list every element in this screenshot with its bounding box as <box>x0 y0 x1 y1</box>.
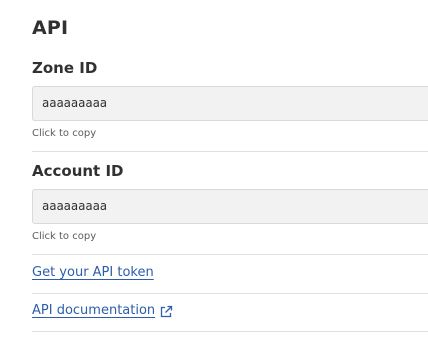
account-id-field[interactable]: aaaaaaaaa <box>32 189 428 224</box>
zone-id-value: aaaaaaaaa <box>42 96 108 110</box>
account-id-value: aaaaaaaaa <box>42 199 108 213</box>
section-title: API <box>32 17 69 39</box>
account-id-label: Account ID <box>32 162 124 180</box>
divider <box>32 331 428 332</box>
zone-id-label: Zone ID <box>32 59 98 77</box>
zone-id-field[interactable]: aaaaaaaaa <box>32 86 428 121</box>
external-link-icon[interactable] <box>159 304 173 318</box>
divider <box>32 151 428 152</box>
api-documentation-link[interactable]: API documentation <box>32 303 155 318</box>
divider <box>32 293 428 294</box>
divider <box>32 254 428 255</box>
account-id-copy-hint: Click to copy <box>32 231 97 242</box>
zone-id-copy-hint: Click to copy <box>32 128 97 139</box>
get-api-token-link[interactable]: Get your API token <box>32 265 154 280</box>
